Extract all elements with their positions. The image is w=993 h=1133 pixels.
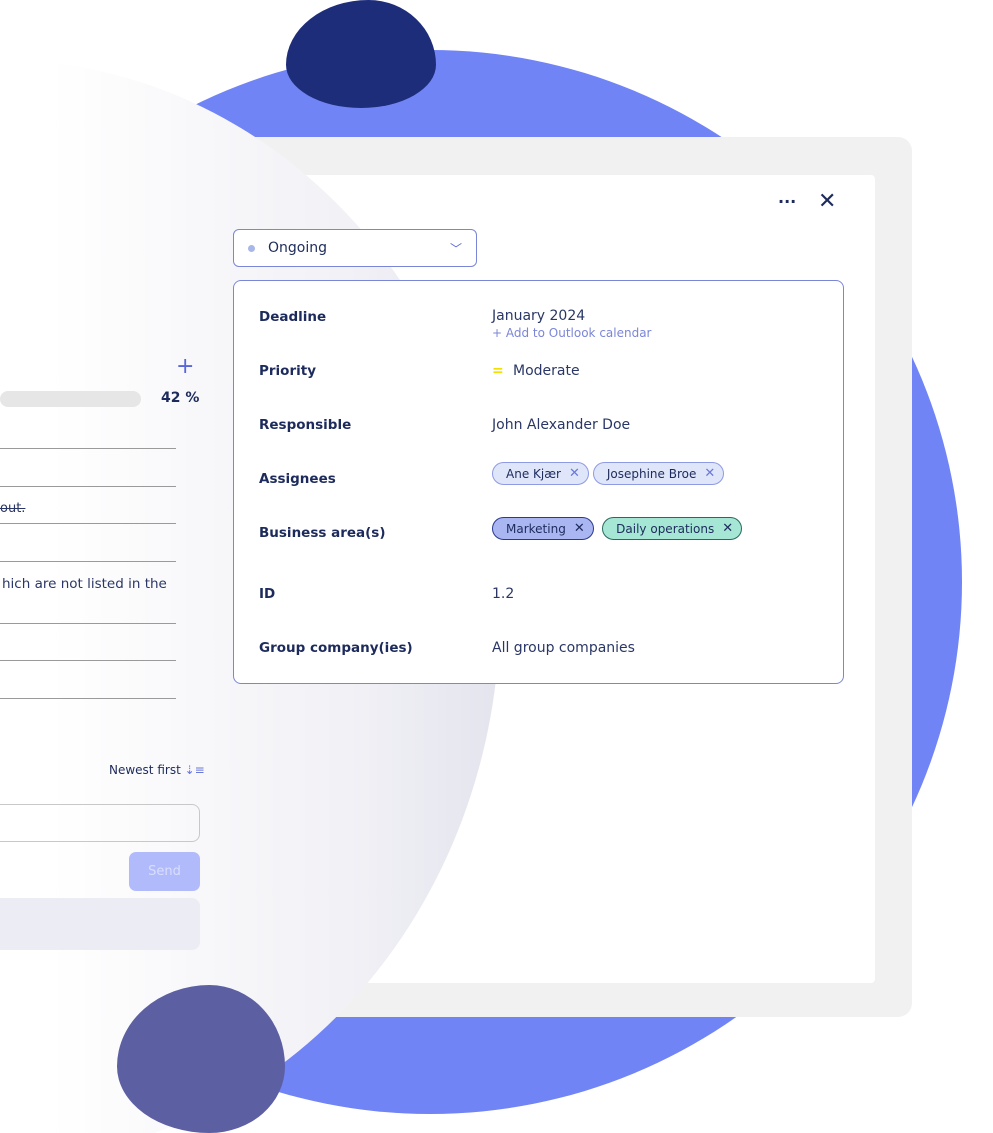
detail-label: Business area(s): [259, 525, 386, 541]
responsible-value[interactable]: John Alexander Doe: [492, 417, 630, 433]
add-to-calendar-link[interactable]: + Add to Outlook calendar: [492, 326, 652, 340]
chevron-down-icon: ﹀: [449, 241, 462, 256]
divider: [0, 660, 176, 661]
equals-icon: =: [492, 363, 504, 379]
assignee-chip[interactable]: Josephine Broe ✕: [592, 462, 725, 485]
id-value: 1.2: [492, 586, 515, 602]
group-company-value[interactable]: All group companies: [492, 640, 635, 656]
checklist-item[interactable]: hich are not listed in the: [2, 576, 167, 592]
sort-icon: ⇣≡: [184, 763, 205, 777]
remove-icon[interactable]: ✕: [574, 521, 585, 536]
divider: [0, 623, 176, 624]
divider: [0, 561, 176, 562]
details-card: Deadline January 2024 + Add to Outlook ca…: [233, 280, 844, 684]
divider: [0, 698, 176, 699]
priority-value[interactable]: Moderate: [513, 363, 580, 379]
add-icon[interactable]: +: [176, 354, 194, 379]
detail-label: ID: [259, 586, 276, 602]
detail-label: Group company(ies): [259, 640, 413, 656]
detail-label: Assignees: [259, 471, 336, 487]
deadline-value[interactable]: January 2024: [492, 308, 585, 324]
close-icon[interactable]: ✕: [818, 189, 836, 214]
sort-button[interactable]: Newest first ⇣≡: [109, 763, 205, 777]
detail-label: Priority: [259, 363, 316, 379]
send-button[interactable]: Send: [129, 852, 200, 891]
assignee-chip[interactable]: Ane Kjær ✕: [492, 462, 589, 485]
ellipsis-icon[interactable]: ···: [778, 192, 796, 211]
comment-box: [0, 898, 200, 950]
progress-bar: [0, 391, 141, 407]
left-panel: + 42 % out. hich are not listed in the N…: [0, 340, 205, 960]
remove-icon[interactable]: ✕: [722, 521, 733, 536]
divider: [0, 523, 176, 524]
remove-icon[interactable]: ✕: [704, 466, 715, 481]
status-dot: [248, 244, 255, 252]
business-area-chip[interactable]: Marketing ✕: [492, 517, 594, 540]
checklist-item[interactable]: out.: [0, 501, 25, 516]
status-dropdown[interactable]: Ongoing ﹀: [233, 229, 477, 267]
divider: [0, 448, 176, 449]
divider: [0, 486, 176, 487]
sort-label: Newest first: [109, 763, 181, 777]
business-area-chip[interactable]: Daily operations ✕: [602, 517, 743, 540]
detail-label: Responsible: [259, 417, 352, 433]
status-value: Ongoing: [268, 240, 327, 256]
progress-label: 42 %: [161, 390, 200, 406]
remove-icon[interactable]: ✕: [569, 466, 580, 481]
detail-label: Deadline: [259, 309, 327, 325]
comment-input[interactable]: [0, 804, 200, 842]
